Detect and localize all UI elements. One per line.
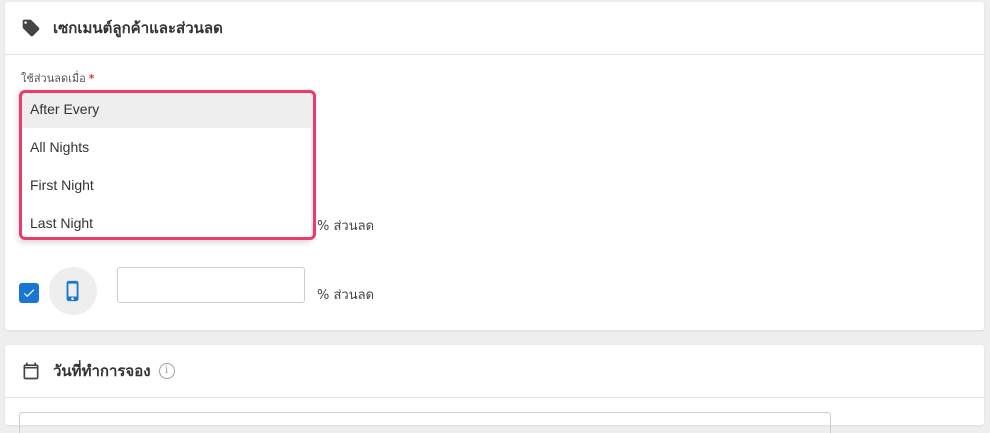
mobile-discount-row [5,267,984,317]
mobile-discount-checkbox[interactable] [19,283,39,303]
dropdown-option-all-nights[interactable]: All Nights [19,128,311,166]
mobile-discount-percent-suffix: % ส่วนลด [317,288,375,303]
calendar-icon [21,361,41,381]
card-header: วันที่ทำการจอง i [5,345,984,398]
discount-percent-suffix: % ส่วนลด [317,219,375,234]
dropdown-option-first-night[interactable]: First Night [19,166,311,204]
booking-date-card: วันที่ทำการจอง i [5,345,984,433]
discount-when-label-text: ใช้ส่วนลดเมื่อ [21,72,86,85]
mobile-discount-input[interactable] [117,267,305,303]
dropdown-option-after-every[interactable]: After Every [19,90,311,128]
dropdown-option-last-night[interactable]: Last Night [19,204,311,240]
section-title: เซกเมนต์ลูกค้าและส่วนลด [53,19,223,37]
device-icon-circle [49,267,97,315]
tag-icon [21,18,41,38]
info-icon[interactable]: i [158,363,175,379]
section-title: วันที่ทำการจอง [53,362,151,380]
discount-when-dropdown[interactable]: After Every All Nights First Night Last … [19,90,311,240]
customer-segment-discount-card: เซกเมนต์ลูกค้าและส่วนลด ใช้ส่วนลดเมื่อ * … [5,2,984,330]
card-header: เซกเมนต์ลูกค้าและส่วนลด [5,2,984,55]
required-mark: * [88,72,95,85]
mobile-phone-icon [66,280,79,302]
discount-when-label: ใช้ส่วนลดเมื่อ * [21,69,95,87]
booking-date-field[interactable] [19,412,831,433]
checkmark-icon [23,289,35,298]
